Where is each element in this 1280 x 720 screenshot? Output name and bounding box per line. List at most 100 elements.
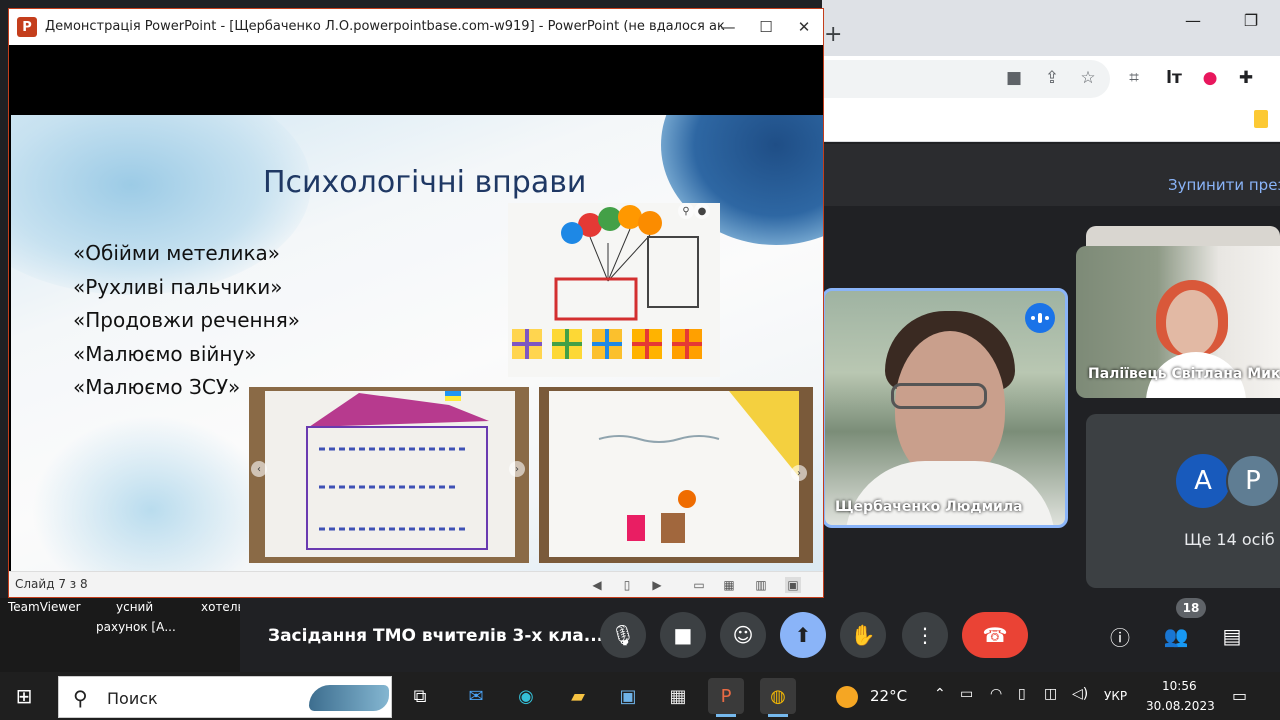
gallery-prev-icon[interactable]: ‹: [251, 461, 267, 477]
list-item: «Обійми метелика»: [73, 241, 281, 265]
minimize-icon: —: [720, 18, 736, 36]
child-drawing-school: ‹ ›: [249, 387, 529, 563]
participant-tile-main[interactable]: Щербаченко Людмила: [822, 288, 1068, 528]
microphone-icon: 🎙: [610, 623, 636, 647]
usb-icon[interactable]: ▯: [1018, 686, 1026, 702]
desktop-icon-label[interactable]: рахунок [А...: [96, 620, 176, 634]
zoom-icon[interactable]: ⚲: [678, 203, 694, 219]
weather-temperature[interactable]: 22°C: [870, 687, 907, 705]
more-options-button[interactable]: ⋮: [902, 612, 948, 658]
powerpoint-taskbar-icon[interactable]: P: [708, 678, 744, 717]
clock-date[interactable]: 30.08.2023: [1146, 699, 1215, 713]
more-participants-label: Ще 14 осіб: [1184, 530, 1275, 549]
store-icon[interactable]: ▦: [660, 678, 696, 714]
task-view-icon[interactable]: ⧉: [402, 678, 438, 714]
bookmarks-bar: [822, 102, 1280, 142]
slide-title: Психологічні вправи: [263, 165, 587, 200]
maximize-icon: ☐: [759, 18, 773, 36]
desktop-icon-label[interactable]: хотель: [201, 600, 245, 614]
language-indicator[interactable]: УКР: [1104, 689, 1127, 703]
drawing-illustration: [512, 205, 702, 359]
powerpoint-window[interactable]: P Демонстрація PowerPoint - [Щербаченко …: [8, 8, 824, 598]
slide-counter: Слайд 7 з 8: [15, 577, 88, 591]
reading-view-icon[interactable]: ▥: [753, 577, 769, 593]
volume-icon[interactable]: ◁): [1072, 686, 1088, 702]
maximize-button[interactable]: ☐: [747, 15, 785, 39]
drawing-illustration: [539, 387, 813, 563]
search-highlight-image: [309, 685, 389, 711]
powerpoint-titlebar[interactable]: P Демонстрація PowerPoint - [Щербаченко …: [9, 9, 823, 45]
slideshow-view-icon[interactable]: ▣: [785, 577, 801, 593]
participant-glasses: [891, 383, 987, 409]
raise-hand-button[interactable]: ✋: [840, 612, 886, 658]
record-extension-icon[interactable]: ●: [1194, 62, 1226, 94]
drawing-illustration: [249, 387, 529, 563]
slide-menu-icon[interactable]: ▯: [619, 577, 635, 593]
child-drawing-sun: ›: [539, 387, 813, 563]
camera-icon[interactable]: ■: [998, 62, 1030, 94]
present-now-button[interactable]: ⬆: [780, 612, 826, 658]
close-button[interactable]: ✕: [785, 15, 823, 39]
meeting-details-button[interactable]: ⓘ: [1104, 620, 1136, 652]
child-drawing-balloons: ⚲ ●: [508, 203, 720, 377]
minimize-button[interactable]: —: [709, 15, 747, 39]
taskbar-search[interactable]: ⚲ Поиск: [58, 676, 392, 718]
leave-call-button[interactable]: ☎: [962, 612, 1028, 658]
desktop-icon-label[interactable]: усний: [116, 600, 153, 614]
list-item: «Продовжи речення»: [73, 308, 300, 332]
people-icon: 👥: [1163, 624, 1189, 648]
avatar: P: [1226, 454, 1280, 508]
share-icon[interactable]: ⇪: [1036, 62, 1068, 94]
chat-button[interactable]: ▤: [1216, 620, 1248, 652]
participant-tile-second[interactable]: Паліївець Світлана Мик: [1076, 246, 1280, 398]
gallery-next-icon[interactable]: ›: [509, 461, 525, 477]
battery-icon[interactable]: ▭: [960, 686, 973, 702]
wifi-icon[interactable]: ◠: [990, 686, 1002, 702]
camera-tray-icon[interactable]: ◫: [1044, 686, 1057, 702]
bookmark-folder-icon[interactable]: [1254, 110, 1268, 128]
browser-minimize-icon[interactable]: —: [1164, 11, 1222, 30]
other-participants-tile[interactable]: A P Ще 14 осіб: [1086, 414, 1280, 588]
next-slide-icon[interactable]: ▶: [649, 577, 665, 593]
microphone-button[interactable]: 🎙: [600, 612, 646, 658]
reactions-button[interactable]: ☺: [720, 612, 766, 658]
clock-time[interactable]: 10:56: [1162, 679, 1197, 693]
search-input[interactable]: Поиск: [107, 689, 158, 708]
previous-slide-icon[interactable]: ◀: [589, 577, 605, 593]
avatar: A: [1176, 454, 1230, 508]
stop-presenting-button[interactable]: Зупинити през: [1168, 176, 1280, 194]
list-item: «Рухливі пальчики»: [73, 274, 283, 299]
new-tab-button[interactable]: +: [824, 22, 842, 47]
browser-restore-icon[interactable]: ❐: [1222, 11, 1280, 30]
teamviewer-icon[interactable]: ▣: [610, 678, 646, 714]
mail-icon[interactable]: ✉: [458, 678, 494, 714]
weather-sun-icon[interactable]: [836, 686, 858, 708]
normal-view-icon[interactable]: ▭: [691, 577, 707, 593]
info-icon: ⓘ: [1110, 625, 1130, 650]
slideshow-statusbar: Слайд 7 з 8 ◀ ▯ ▶ ▭ ▦ ▥ ▣: [9, 571, 823, 597]
list-item: «Малюємо війну»: [73, 341, 257, 366]
presentation-banner: [822, 144, 1280, 206]
search-icon: ⚲: [73, 686, 88, 710]
slide-sorter-icon[interactable]: ▦: [721, 577, 737, 593]
file-explorer-icon[interactable]: ▰: [560, 678, 596, 714]
phone-hangup-icon: ☎: [982, 623, 1008, 647]
participant-name: Щербаченко Людмила: [835, 499, 1023, 515]
translate-extension-icon[interactable]: lт: [1158, 62, 1190, 94]
bookmark-star-icon[interactable]: ☆: [1072, 62, 1104, 94]
windows-start-icon[interactable]: ⊞: [10, 682, 38, 710]
gallery-dot-icon[interactable]: ●: [694, 203, 710, 219]
chrome-icon[interactable]: ◍: [760, 678, 796, 717]
people-button[interactable]: 👥: [1160, 620, 1192, 652]
screenshot-icon[interactable]: ⌗: [1118, 62, 1150, 94]
tray-chevron-icon[interactable]: ⌃: [934, 686, 946, 702]
smiley-icon: ☺: [732, 623, 754, 647]
desktop-icon-teamviewer[interactable]: TeamViewer: [8, 600, 81, 614]
notification-icon[interactable]: ▭: [1232, 686, 1247, 705]
camera-button[interactable]: ■: [660, 612, 706, 658]
gallery-next-icon[interactable]: ›: [791, 465, 807, 481]
edge-icon[interactable]: ◉: [508, 678, 544, 714]
slideshow-stage[interactable]: Психологічні вправи «Обійми метелика» «Р…: [9, 45, 823, 573]
slide[interactable]: Психологічні вправи «Обійми метелика» «Р…: [11, 115, 823, 573]
extensions-puzzle-icon[interactable]: ✚: [1230, 62, 1262, 94]
